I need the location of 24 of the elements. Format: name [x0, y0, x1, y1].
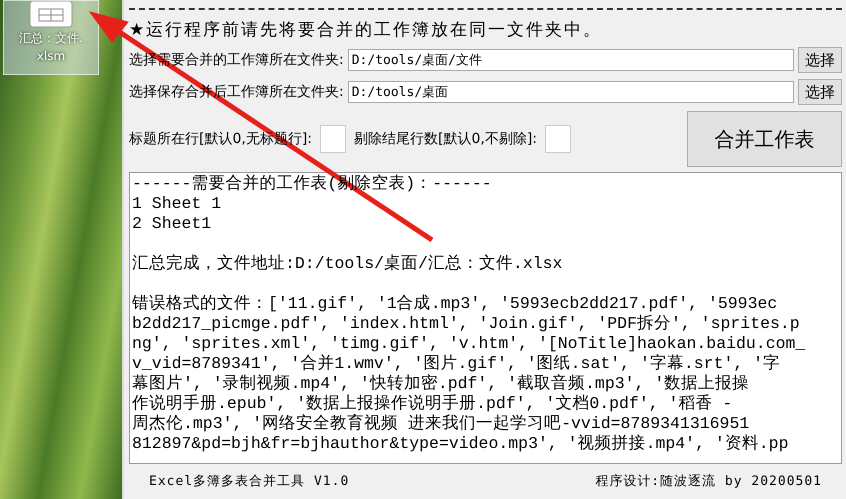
file-name: 汇总：文件. xlsm	[19, 30, 83, 65]
log-line: b2dd217_picmge.pdf', 'index.html', 'Join.gif', 'PDF拆分', 'sprites.p	[132, 314, 801, 334]
log-line: 周杰伦.mp3', '网络安全教育视频 进来我们一起学习吧-vvid=8789341316951	[132, 414, 750, 434]
log-line: v_vid=8789341', '合并1.wmv', '图片.gif', '图纸.sat', '字幕.srt', '字	[132, 354, 782, 374]
app-title: Excel多簿多表合并工具 V1.0	[149, 473, 350, 490]
log-line: 幕图片', '录制视频.mp4', '快转加密.pdf', '截取音频.mp3', '数据上报操	[132, 374, 750, 394]
number-field[interactable]	[320, 125, 346, 153]
log-line: 1 Sheet 1	[132, 194, 222, 214]
spreadsheet-icon	[29, 1, 73, 29]
notice-text: ★运行程序前请先将要合并的工作簿放在同一文件夹中。	[129, 8, 842, 44]
author-credit: 程序设计:随波逐流 by 20200501	[595, 473, 822, 490]
folder-path-field[interactable]: D:/tools/桌面/文件	[348, 49, 794, 71]
choose-button[interactable]: 选择	[798, 47, 842, 73]
choose-button[interactable]: 选择	[798, 79, 842, 105]
log-line: 错误格式的文件：['11.gif', '1合成.mp3', '5993ecb2dd217.pdf', '5993ec	[132, 294, 778, 314]
option-label: 剔除结尾行数[默认0,不剔除]:	[354, 130, 537, 148]
log-line: 汇总完成，文件地址:D:/tools/桌面/汇总：文件.xlsx	[132, 254, 564, 274]
merge-button[interactable]: 合并工作表	[687, 111, 842, 167]
folder-path-field[interactable]: D:/tools/桌面	[348, 81, 794, 103]
log-line: 812897&pd=bjh&fr=bjhauthor&type=video.mp3', '视频拼接.mp4', '资料.pp	[132, 434, 790, 454]
number-field[interactable]	[545, 125, 571, 153]
log-line: ng', 'sprites.xml', 'timg.gif', 'v.htm', '[NoTitle]haokan.baidu.com_	[132, 334, 806, 354]
log-line: 2 Sheet1	[132, 214, 212, 234]
log-line: 作说明手册.epub', '数据上报操作说明手册.pdf', '文档0.pdf', '稻香 -	[132, 394, 734, 414]
